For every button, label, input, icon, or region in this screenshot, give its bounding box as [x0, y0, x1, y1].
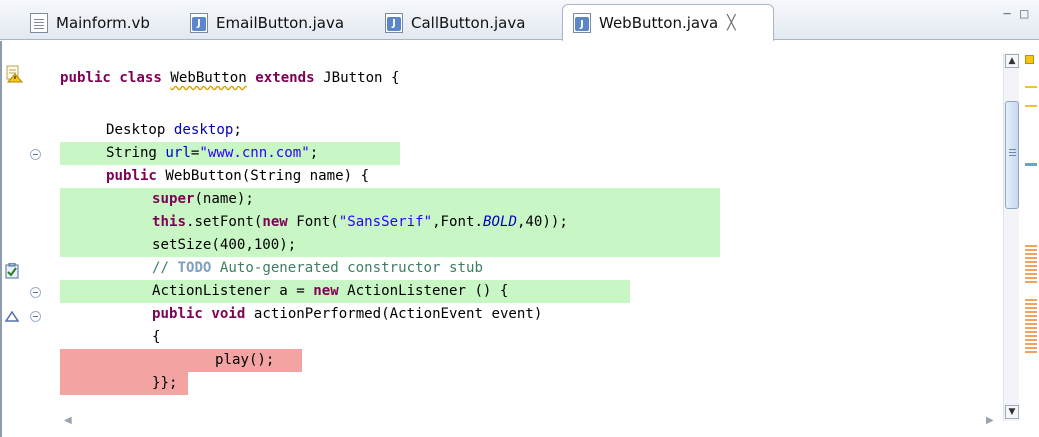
vb-file-icon — [30, 12, 48, 33]
tab-callbutton-java[interactable]: J CallButton.java — [375, 5, 525, 40]
code-line-added: setSize(400,100); — [60, 234, 720, 257]
override-marker-icon[interactable] — [5, 311, 19, 323]
scroll-right-arrow-icon[interactable]: ▶ — [986, 415, 994, 426]
overview-marker[interactable] — [1025, 86, 1037, 88]
overview-ruler[interactable] — [1022, 53, 1039, 421]
scroll-up-arrow-icon[interactable]: ▲ — [1005, 54, 1019, 68]
tab-label: WebButton.java — [599, 14, 719, 32]
horizontal-scrollbar[interactable]: ◀ ▶ — [60, 413, 1000, 433]
close-tab-icon[interactable]: ╳ — [727, 15, 735, 31]
vertical-ruler — [2, 41, 60, 411]
code-editor[interactable]: public class WebButton extends JButton {… — [0, 41, 1039, 437]
tab-label: Mainform.vb — [56, 13, 150, 32]
grip-icon — [1009, 149, 1016, 150]
tab-mainform-vb[interactable]: Mainform.vb — [20, 5, 150, 40]
tab-label: CallButton.java — [411, 13, 526, 32]
overview-change-markers[interactable] — [1025, 299, 1037, 355]
code-line: Desktop desktop; — [106, 122, 242, 138]
overview-change-markers[interactable] — [1025, 245, 1037, 285]
fold-collapse-icon[interactable] — [30, 149, 41, 160]
code-line: { — [152, 329, 161, 345]
maximize-icon[interactable]: □ — [1020, 6, 1028, 22]
vertical-scrollbar[interactable]: ▲ ▼ — [1003, 53, 1019, 421]
overview-marker[interactable] — [1025, 105, 1037, 107]
code-line: public void actionPerformed(ActionEvent … — [152, 306, 543, 322]
scroll-down-arrow-icon[interactable]: ▼ — [1005, 405, 1019, 419]
code-line-added: super(name); — [60, 188, 720, 211]
overview-marker[interactable] — [1025, 163, 1037, 166]
tab-webbutton-java[interactable]: J WebButton.java ╳ — [562, 4, 774, 41]
code-line-added: String url="www.cnn.com"; — [60, 142, 400, 165]
java-file-icon: J — [190, 12, 208, 33]
java-file-icon: J — [385, 12, 403, 33]
code-line: public class WebButton extends JButton { — [60, 70, 400, 86]
tab-label: EmailButton.java — [216, 13, 345, 32]
code-line-added: this.setFont(new Font("SansSerif",Font.B… — [60, 211, 720, 234]
editor-tab-bar: Mainform.vb J EmailButton.java J CallBut… — [0, 0, 1039, 41]
scroll-left-arrow-icon[interactable]: ◀ — [64, 415, 72, 426]
fold-collapse-icon[interactable] — [30, 287, 41, 298]
minimize-icon[interactable]: − — [1003, 6, 1011, 22]
code-line-comment: // TODO Auto-generated constructor stub — [152, 260, 483, 276]
task-icon[interactable] — [5, 263, 21, 279]
code-line: public WebButton(String name) { — [106, 168, 370, 184]
code-line-added: ActionListener a = new ActionListener ()… — [60, 280, 630, 303]
warning-overview-icon[interactable] — [1025, 55, 1034, 64]
fold-collapse-icon[interactable] — [30, 311, 41, 322]
scrollbar-thumb[interactable] — [1005, 101, 1019, 209]
warning-icon[interactable] — [6, 65, 24, 83]
code-line-removed: }}; — [60, 372, 188, 395]
code-line-removed: play(); — [60, 349, 302, 372]
java-file-icon: J — [573, 13, 591, 33]
tab-emailbutton-java[interactable]: J EmailButton.java — [180, 5, 344, 40]
code-area[interactable]: public class WebButton extends JButton {… — [60, 41, 1000, 411]
